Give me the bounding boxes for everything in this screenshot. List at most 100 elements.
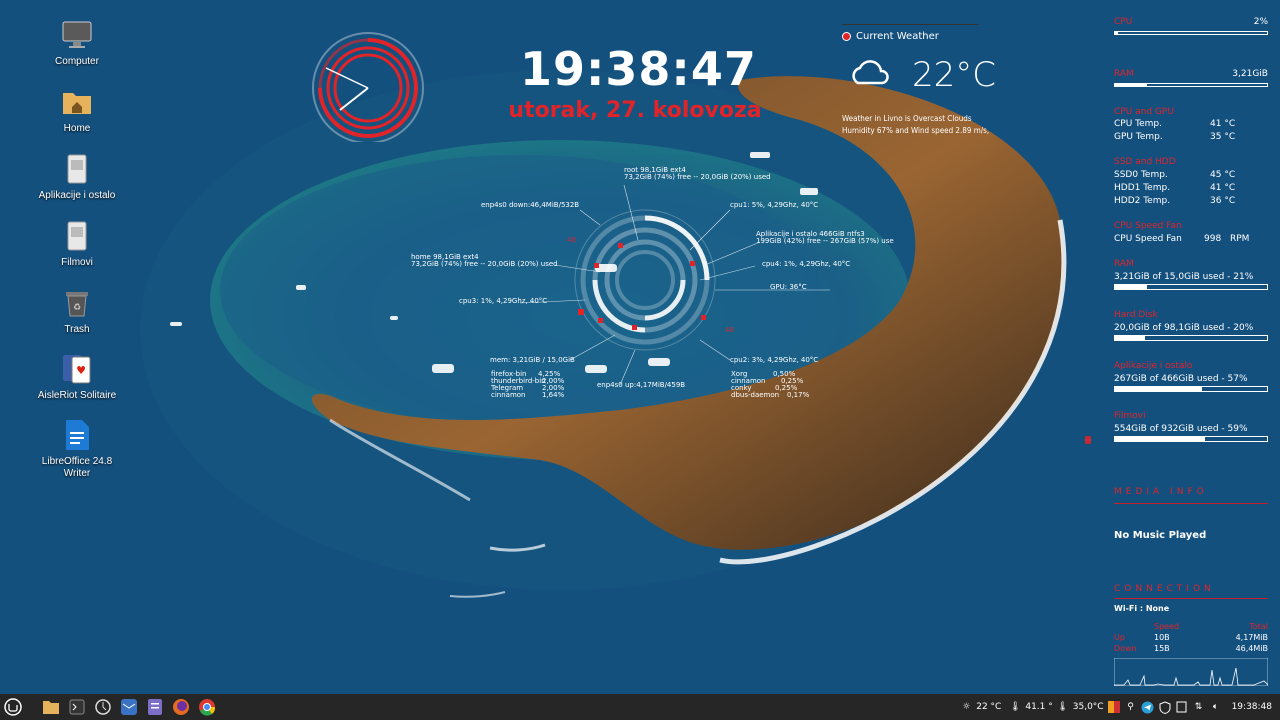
conky-net-up: enp4s0 up:4,17MiB/459B xyxy=(597,381,686,389)
tray-weather-temp[interactable]: 22 °C xyxy=(976,702,1001,712)
system-tray: ☼ 22 °C 🌡︎ 41.1 ° 🌡︎ 35,0°C ⚲ ⇅ 🔈︎ 19:38… xyxy=(959,694,1280,720)
conky-cpu3: cpu3: 1%, 4,29Ghz, 40°C xyxy=(459,297,548,305)
text-editor-icon xyxy=(148,699,162,715)
taskbar-chrome-button[interactable] xyxy=(194,694,220,720)
conky-proc-val: 1,64% xyxy=(542,391,565,399)
conky-leader-lines xyxy=(519,184,830,386)
apl-bar-fill xyxy=(1115,387,1202,391)
chrome-icon xyxy=(199,699,216,716)
conky-cpu1: cpu1: 5%, 4,29Ghz, 40°C xyxy=(730,201,819,209)
weather-description-line: Humidity 67% and Wind speed 2.89 m/s, xyxy=(842,126,990,135)
temps-title: CPU and GPU xyxy=(1114,107,1174,117)
cpu-temp-label: CPU Temp. xyxy=(1114,119,1163,129)
disk-temps-title: SSD and HDD xyxy=(1114,157,1176,167)
hdd-bar-fill xyxy=(1115,336,1146,340)
taskbar-mail-button[interactable] xyxy=(116,694,142,720)
desktop-icon-label: Aplikacije i ostalo xyxy=(38,190,116,201)
fan-row: CPU Speed Fan 998 RPM xyxy=(1114,234,1268,244)
weather-title-text: Current Weather xyxy=(856,31,939,42)
conky-proc-name: dbus-daemon xyxy=(731,391,780,399)
hdd-bar xyxy=(1114,335,1268,341)
desktop-icon-libreoffice-writer[interactable]: LibreOffice 24.8 Writer xyxy=(32,418,122,480)
writer-icon xyxy=(66,420,89,450)
weather-sun-icon: ☼ xyxy=(962,702,971,712)
fan-title: CPU Speed Fan xyxy=(1114,221,1182,231)
firefox-icon xyxy=(173,699,189,715)
ram-bar-fill xyxy=(1115,84,1147,86)
conky-cpu4: cpu4: 1%, 4,29Ghz, 40°C xyxy=(762,260,851,268)
thermometer-icon: 🌡︎ xyxy=(1057,702,1069,712)
shield-icon[interactable] xyxy=(1158,700,1172,714)
taskbar-text-editor-button[interactable] xyxy=(142,694,168,720)
film-title: Filmovi xyxy=(1114,411,1146,421)
hdd-text: 20,0GiB of 98,1GiB used - 20% xyxy=(1114,323,1254,333)
taskbar-terminal-button[interactable] xyxy=(64,694,90,720)
svg-text:♥: ♥ xyxy=(76,364,86,377)
gpu-temp-value: 35 °C xyxy=(1210,132,1236,142)
desktop-icon-aisleriot[interactable]: ♥ AisleRiot Solitaire xyxy=(32,352,122,402)
menu-button[interactable] xyxy=(0,694,26,720)
color-app-icon[interactable] xyxy=(1107,700,1121,714)
conky-mem: mem: 3,21GiB / 15,0GiB xyxy=(490,356,575,364)
conky-proc-val: 0,17% xyxy=(787,391,810,399)
tray-cpu-temp[interactable]: 41.1 ° xyxy=(1025,702,1052,712)
speed-column-header: Speed xyxy=(1154,622,1180,631)
upload-speed: 10B xyxy=(1154,633,1170,642)
media-info-rule xyxy=(1114,503,1268,504)
cpu-bar xyxy=(1114,31,1268,35)
tray-gpu-temp[interactable]: 35,0°C xyxy=(1073,702,1104,712)
media-info-heading: MEDIA INFO xyxy=(1114,487,1208,497)
network-icon[interactable]: ⇅ xyxy=(1192,700,1206,714)
fan-label: CPU Speed Fan xyxy=(1114,234,1182,244)
desktop-icon-label: Trash xyxy=(64,324,90,335)
desktop-icon-label: Filmovi xyxy=(61,257,93,268)
digital-clock-date: utorak, 27. kolovoza xyxy=(508,98,762,123)
files-icon xyxy=(43,701,59,714)
conky-root-usage: 73,2GiB (74%) free -- 20,0GiB (20%) used xyxy=(624,173,771,181)
film-bar-fill xyxy=(1115,437,1205,441)
tray-clock[interactable]: 19:38:48 xyxy=(1232,702,1272,712)
desktop-icon-home[interactable]: Home xyxy=(32,85,122,135)
volume-icon[interactable]: 🔈︎ xyxy=(1209,700,1223,714)
apl-bar xyxy=(1114,386,1268,392)
connection-rule xyxy=(1114,598,1268,599)
download-speed: 15B xyxy=(1154,644,1170,653)
gpu-temp-row: GPU Temp. 35 °C xyxy=(1114,132,1268,142)
analog-clock xyxy=(312,32,424,142)
hdd1-temp-row: HDD1 Temp. 41 °C xyxy=(1114,183,1268,193)
taskbar-timeshift-button[interactable] xyxy=(90,694,116,720)
system-monitor-panel: CPU 2% RAM 3,21GiB CPU and GPU CPU Temp.… xyxy=(1110,0,1280,694)
hdd1-temp-label: HDD1 Temp. xyxy=(1114,183,1171,193)
conky-home-usage: 73,2GiB (74%) free -- 20,0GiB (20%) used xyxy=(411,260,558,268)
taskbar-firefox-button[interactable] xyxy=(168,694,194,720)
ssd0-temp-value: 45 °C xyxy=(1210,170,1236,180)
cards-icon: ♥ xyxy=(63,355,91,384)
desktop-icon-computer[interactable]: Computer xyxy=(32,18,122,68)
desktop-icon-label: AisleRiot Solitaire xyxy=(37,390,117,401)
film-text: 554GiB of 932GiB used - 59% xyxy=(1114,424,1248,434)
ram-bar xyxy=(1114,83,1268,87)
total-column-header: Total xyxy=(1249,622,1268,631)
desktop-icon-aplikacije[interactable]: Aplikacije i ostalo xyxy=(32,152,122,202)
desktop-icon-filmovi[interactable]: Filmovi xyxy=(32,219,122,269)
desktop-icon-trash[interactable]: ♻ Trash xyxy=(32,286,122,336)
download-total: 46,4MiB xyxy=(1235,644,1268,653)
film-bar xyxy=(1114,436,1268,442)
ssd0-temp-label: SSD0 Temp. xyxy=(1114,170,1168,180)
desktop-icon-label: Home xyxy=(63,123,91,134)
weather-title: Current Weather xyxy=(842,31,979,42)
conky-proc-name: cinnamon xyxy=(491,391,526,399)
conky-gpu: GPU: 36°C xyxy=(770,283,807,291)
trash-icon: ♻ xyxy=(66,292,88,317)
weather-dot-icon xyxy=(842,32,851,41)
weather-description-line: Weather in Livno is Overcast Clouds xyxy=(842,114,972,123)
clipboard-icon[interactable] xyxy=(1175,700,1189,714)
linux-mint-menu-icon xyxy=(4,698,22,716)
hdd-title: Hard Disk xyxy=(1114,310,1158,320)
mail-icon xyxy=(121,699,137,715)
conky-cpu2: cpu2: 3%, 4,29Ghz, 40°C xyxy=(730,356,819,364)
weather-temperature: 22°C xyxy=(912,55,997,95)
telegram-icon[interactable] xyxy=(1141,700,1155,714)
taskbar-files-button[interactable] xyxy=(38,694,64,720)
usb-icon[interactable]: ⚲ xyxy=(1124,700,1138,714)
